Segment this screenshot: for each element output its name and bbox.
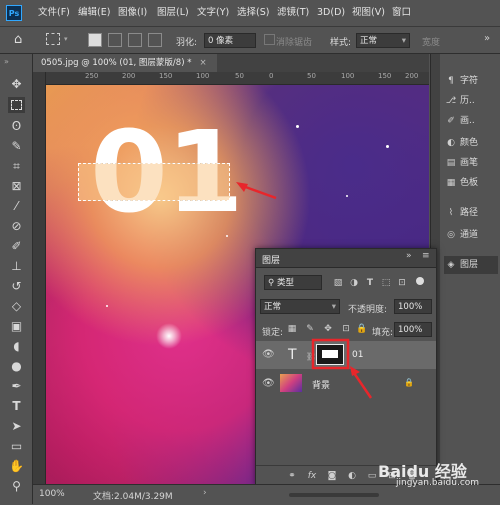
zoom-level[interactable]: 100% <box>39 489 65 499</box>
annotation-arrow-head <box>236 182 248 192</box>
chevron-right-icon[interactable]: › <box>203 488 207 498</box>
annotation-highlight-box <box>311 338 350 370</box>
document-info: 文档:2.04M/3.29M <box>93 492 173 502</box>
annotation-arrow-head <box>350 366 360 376</box>
watermark-url: jingyan.baidu.com <box>396 478 480 488</box>
annotation-overlay <box>236 182 373 399</box>
horizontal-scrollbar[interactable] <box>289 493 379 497</box>
